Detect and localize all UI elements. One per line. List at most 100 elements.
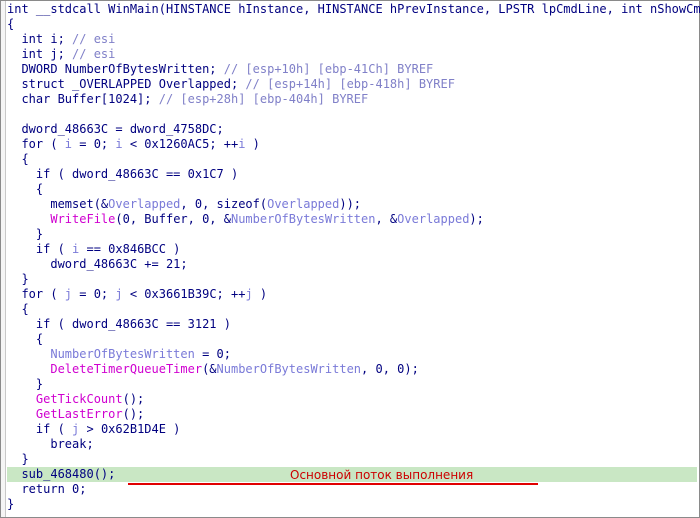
code-line[interactable]: DeleteTimerQueueTimer(&NumberOfBytesWrit… <box>7 362 697 377</box>
code-line[interactable]: GetLastError(); <box>7 407 697 422</box>
code-comment: // [esp+28h] [ebp-404h] BYREF <box>158 92 369 106</box>
code-token: if ( dword_48663C == 3121 ) <box>7 317 231 331</box>
pseudocode-view[interactable]: int __stdcall WinMain(HINSTANCE hInstanc… <box>0 0 700 518</box>
code-token: int i; <box>7 32 73 46</box>
code-line[interactable]: } <box>7 497 697 512</box>
function-call: WriteFile <box>50 212 116 226</box>
code-token: memset(& <box>7 197 109 211</box>
code-token: break; <box>7 437 94 451</box>
code-line[interactable]: DWORD NumberOfBytesWritten; // [esp+10h]… <box>7 62 697 77</box>
local-variable: Overlapped <box>397 212 470 226</box>
code-token: if ( <box>7 422 73 436</box>
code-line[interactable]: for ( j = 0; j < 0x3661B39C; ++j ) <box>7 287 697 302</box>
code-line[interactable]: int i; // esi <box>7 32 697 47</box>
code-line[interactable]: if ( j > 0x62B1D4E ) <box>7 422 697 437</box>
code-token: (); <box>122 392 145 406</box>
code-token: , 0, sizeof( <box>180 197 268 211</box>
code-line[interactable]: break; <box>7 437 697 452</box>
code-line[interactable]: { <box>7 332 697 347</box>
code-token: dword_48663C += 21; <box>7 257 188 271</box>
code-token: } <box>7 227 44 241</box>
code-token: int j; <box>7 47 73 61</box>
code-token: } <box>7 377 44 391</box>
function-call: DeleteTimerQueueTimer <box>50 362 203 376</box>
code-line[interactable]: NumberOfBytesWritten = 0; <box>7 347 697 362</box>
code-token: for ( <box>7 287 65 301</box>
code-token: char Buffer[1024]; <box>7 92 159 106</box>
code-token: for ( <box>7 137 65 151</box>
code-line[interactable]: } <box>7 452 697 467</box>
code-token: = 0; <box>72 287 116 301</box>
local-variable: j <box>64 287 73 301</box>
code-area[interactable]: int __stdcall WinMain(HINSTANCE hInstanc… <box>7 2 700 512</box>
code-token: = 0; <box>72 137 116 151</box>
code-line[interactable]: { <box>7 182 697 197</box>
code-line[interactable]: struct _OVERLAPPED Overlapped; // [esp+1… <box>7 77 697 92</box>
code-token: > 0x62B1D4E ) <box>79 422 181 436</box>
code-line[interactable] <box>7 107 697 122</box>
code-token: } <box>7 497 15 511</box>
code-line[interactable]: dword_48663C = dword_4758DC; <box>7 122 697 137</box>
code-line[interactable]: dword_48663C += 21; <box>7 257 697 272</box>
code-token: , & <box>375 212 398 226</box>
local-variable: j <box>115 287 123 301</box>
code-token: { <box>7 182 44 196</box>
local-variable: NumberOfBytesWritten <box>230 212 376 226</box>
code-comment: // esi <box>72 32 116 46</box>
code-token: if ( <box>7 242 73 256</box>
code-line[interactable]: { <box>7 152 697 167</box>
code-line[interactable]: if ( i == 0x846BCC ) <box>7 242 697 257</box>
code-line[interactable]: } <box>7 272 697 287</box>
local-variable: Overlapped <box>267 197 340 211</box>
code-line[interactable]: GetTickCount(); <box>7 392 697 407</box>
code-line[interactable]: if ( dword_48663C == 0x1C7 ) <box>7 167 697 182</box>
code-line[interactable]: int __stdcall WinMain(HINSTANCE hInstanc… <box>7 2 700 17</box>
code-line[interactable]: WriteFile(0, Buffer, 0, &NumberOfBytesWr… <box>7 212 697 227</box>
code-token: sub_468480(); <box>7 467 116 481</box>
code-line[interactable]: if ( dword_48663C == 3121 ) <box>7 317 697 332</box>
code-line[interactable]: int j; // esi <box>7 47 697 62</box>
code-token: ) <box>252 287 268 301</box>
local-variable: NumberOfBytesWritten <box>216 362 362 376</box>
code-line[interactable]: { <box>7 17 697 32</box>
code-line[interactable]: char Buffer[1024]; // [esp+28h] [ebp-404… <box>7 92 697 107</box>
code-token: { <box>7 332 44 346</box>
code-token: ); <box>469 212 484 226</box>
local-variable: Overlapped <box>108 197 181 211</box>
code-line[interactable]: } <box>7 377 697 392</box>
code-token: return 0; <box>7 482 87 496</box>
local-variable: NumberOfBytesWritten <box>50 347 195 361</box>
code-token: int __stdcall WinMain(HINSTANCE hInstanc… <box>7 2 700 16</box>
function-call: GetTickCount <box>35 392 123 406</box>
code-token: < 0x1260AC5; ++ <box>122 137 239 151</box>
code-token: (& <box>202 362 217 376</box>
code-token: struct _OVERLAPPED Overlapped; <box>7 77 246 91</box>
code-comment: // [esp+10h] [ebp-41Ch] BYREF <box>223 62 434 76</box>
annotation-underline <box>128 483 538 485</box>
code-line[interactable]: for ( i = 0; i < 0x1260AC5; ++i ) <box>7 137 697 152</box>
code-line[interactable]: } <box>7 227 697 242</box>
code-token: if ( dword_48663C == 0x1C7 ) <box>7 167 239 181</box>
code-token: } <box>7 452 29 466</box>
function-call: GetLastError <box>35 407 123 421</box>
code-token: { <box>7 17 15 31</box>
code-line[interactable]: { <box>7 302 697 317</box>
local-variable: i <box>115 137 123 151</box>
code-token: } <box>7 272 29 286</box>
line-gutter <box>1 1 6 517</box>
code-token: { <box>7 152 29 166</box>
code-token: (); <box>122 407 145 421</box>
local-variable: j <box>245 287 253 301</box>
code-line[interactable]: memset(&Overlapped, 0, sizeof(Overlapped… <box>7 197 697 212</box>
code-token: = 0; <box>194 347 231 361</box>
code-token: DWORD NumberOfBytesWritten; <box>7 62 224 76</box>
annotation-label: Основной поток выполнения <box>290 468 474 482</box>
code-comment: // [esp+14h] [ebp-418h] BYREF <box>245 77 455 91</box>
code-token: { <box>7 302 29 316</box>
code-token: == 0x846BCC ) <box>79 242 181 256</box>
